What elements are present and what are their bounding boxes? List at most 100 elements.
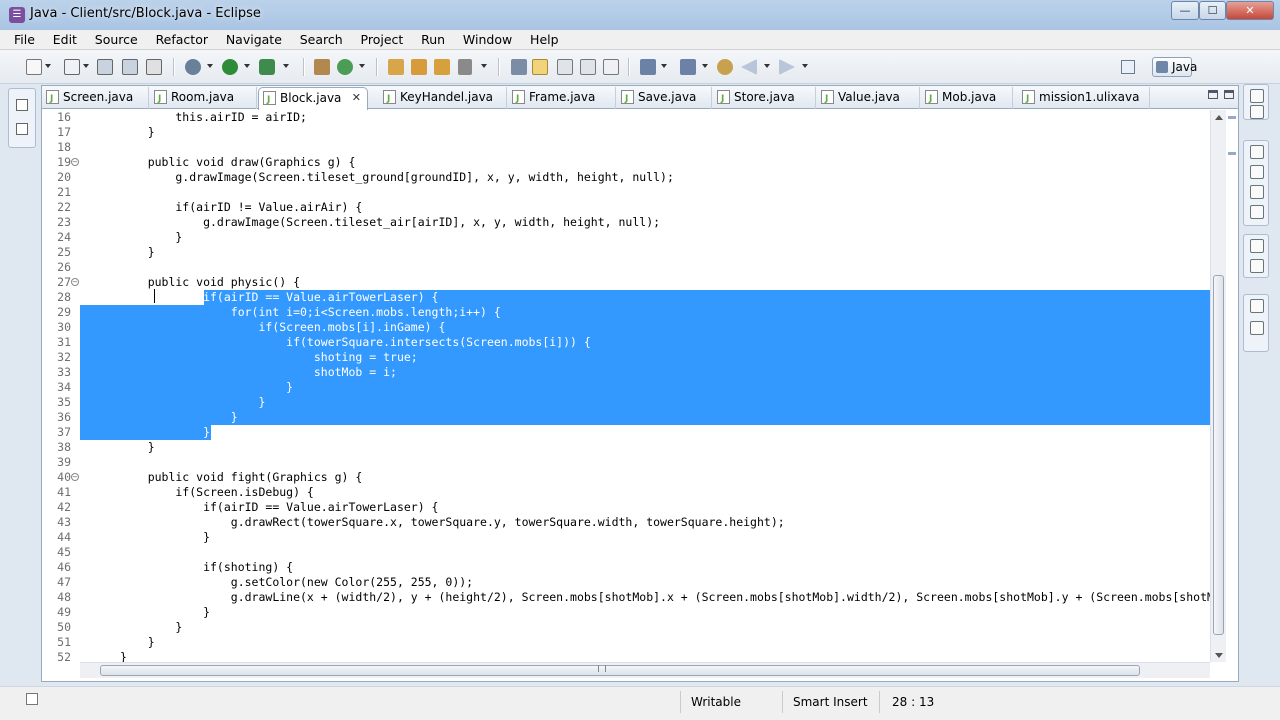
toggle-block-selection-icon[interactable] xyxy=(557,59,573,75)
last-edit-location-icon[interactable] xyxy=(717,59,733,75)
code-line[interactable]: shotMob = i; xyxy=(120,365,397,380)
menu-project[interactable]: Project xyxy=(361,30,404,47)
debug-icon[interactable] xyxy=(185,59,201,75)
code-line[interactable]: this.airID = airID; xyxy=(120,110,307,125)
restore-icon[interactable] xyxy=(1250,145,1264,159)
menu-file[interactable]: File xyxy=(14,30,35,47)
outline-icon[interactable] xyxy=(1250,259,1264,273)
external-tools-dropdown-icon[interactable] xyxy=(283,64,289,68)
open-perspective-icon[interactable] xyxy=(1121,60,1135,74)
back-icon[interactable] xyxy=(741,59,757,75)
code-line[interactable]: if(airID == Value.airTowerLaser) { xyxy=(120,290,438,305)
code-line[interactable]: } xyxy=(120,245,155,260)
tab-screen-java[interactable]: Screen.java xyxy=(42,87,149,109)
previous-annotation-dropdown-icon[interactable] xyxy=(702,64,708,68)
code-line[interactable]: } xyxy=(120,395,265,410)
code-line[interactable]: if(shoting) { xyxy=(120,560,293,575)
new-dropdown-icon[interactable] xyxy=(45,64,51,68)
tab-save-java[interactable]: Save.java xyxy=(617,87,712,109)
code-line[interactable]: shoting = true; xyxy=(120,350,418,365)
search-dropdown-icon[interactable] xyxy=(481,64,487,68)
menu-edit[interactable]: Edit xyxy=(53,30,77,47)
javadoc-icon[interactable] xyxy=(1250,185,1264,199)
code-line[interactable]: public void draw(Graphics g) { xyxy=(120,155,356,170)
new-icon[interactable] xyxy=(26,59,42,75)
vertical-scroll-thumb[interactable] xyxy=(1213,275,1224,635)
code-line[interactable]: } xyxy=(120,425,210,440)
code-line[interactable]: } xyxy=(120,650,127,662)
open-task-icon[interactable] xyxy=(434,59,450,75)
code-line[interactable]: } xyxy=(120,530,210,545)
print-icon[interactable] xyxy=(146,59,162,75)
close-button[interactable]: ✕ xyxy=(1226,1,1274,20)
tab-value-java[interactable]: Value.java xyxy=(817,87,920,109)
java-perspective-button[interactable]: Java xyxy=(1152,57,1197,77)
menu-navigate[interactable]: Navigate xyxy=(226,30,282,47)
tab-mission1-ulixava[interactable]: mission1.ulixava xyxy=(1018,87,1150,109)
code-line[interactable]: } xyxy=(120,230,182,245)
menu-window[interactable]: Window xyxy=(463,30,512,47)
new-java-class-icon[interactable] xyxy=(337,59,353,75)
tab-room-java[interactable]: Room.java xyxy=(150,87,257,109)
code-line[interactable]: } xyxy=(120,605,210,620)
code-line[interactable]: public void fight(Graphics g) { xyxy=(120,470,363,485)
code-area[interactable]: this.airID = airID; } public void draw(G… xyxy=(80,110,1210,662)
new-java-package-icon[interactable] xyxy=(314,59,330,75)
code-line[interactable]: if(Screen.isDebug) { xyxy=(120,485,314,500)
code-line[interactable]: } xyxy=(120,125,155,140)
code-line[interactable]: } xyxy=(120,620,182,635)
next-annotation-icon[interactable] xyxy=(640,59,656,75)
code-line[interactable]: if(airID == Value.airTowerLaser) { xyxy=(120,500,438,515)
toggle-breadcrumb-icon[interactable] xyxy=(511,59,527,75)
mark-occurrences-icon[interactable] xyxy=(532,59,548,75)
previous-annotation-icon[interactable] xyxy=(680,59,696,75)
paragraph-icon[interactable] xyxy=(603,59,619,75)
code-line[interactable]: g.drawLine(x + (width/2), y + (height/2)… xyxy=(120,590,1210,605)
maximize-editor-icon[interactable] xyxy=(1224,90,1234,99)
debug-dropdown-icon[interactable] xyxy=(207,64,213,68)
run-icon[interactable] xyxy=(222,59,238,75)
new-class-dropdown-icon[interactable] xyxy=(359,64,365,68)
code-line[interactable]: if(airID != Value.airAir) { xyxy=(120,200,362,215)
tab-store-java[interactable]: Store.java xyxy=(713,87,816,109)
scroll-up-icon[interactable] xyxy=(1215,115,1223,120)
save-all-icon[interactable] xyxy=(122,59,138,75)
code-line[interactable]: g.drawImage(Screen.tileset_air[airID], x… xyxy=(120,215,660,230)
package-explorer-icon[interactable] xyxy=(16,123,28,135)
code-line[interactable]: public void physic() { xyxy=(120,275,300,290)
forward-dropdown-icon[interactable] xyxy=(802,64,808,68)
restore-icon[interactable] xyxy=(1250,299,1264,313)
menu-search[interactable]: Search xyxy=(300,30,343,47)
back-dropdown-icon[interactable] xyxy=(764,64,770,68)
code-line[interactable]: g.drawRect(towerSquare.x, towerSquare.y,… xyxy=(120,515,785,530)
minimize-button[interactable]: — xyxy=(1171,1,1199,20)
restore-icon[interactable] xyxy=(16,99,28,111)
external-tools-icon[interactable] xyxy=(259,59,275,75)
fast-view-icon[interactable] xyxy=(26,693,38,705)
code-line[interactable]: g.drawImage(Screen.tileset_ground[ground… xyxy=(120,170,674,185)
menu-run[interactable]: Run xyxy=(421,30,445,47)
fold-toggle-icon[interactable]: − xyxy=(71,473,79,481)
fold-toggle-icon[interactable]: − xyxy=(71,278,79,286)
declaration-icon[interactable] xyxy=(1250,205,1264,219)
code-line[interactable]: } xyxy=(120,635,155,650)
scroll-down-icon[interactable] xyxy=(1215,653,1223,658)
code-line[interactable]: if(Screen.mobs[i].inGame) { xyxy=(120,320,445,335)
tab-mob-java[interactable]: Mob.java xyxy=(921,87,1013,109)
search-icon[interactable] xyxy=(458,59,472,75)
console-icon[interactable] xyxy=(1250,321,1264,335)
new-project-icon[interactable] xyxy=(64,59,80,75)
code-line[interactable]: if(towerSquare.intersects(Screen.mobs[i]… xyxy=(120,335,591,350)
menu-help[interactable]: Help xyxy=(530,30,559,47)
next-annotation-dropdown-icon[interactable] xyxy=(661,64,667,68)
code-line[interactable]: g.setColor(new Color(255, 255, 0)); xyxy=(120,575,473,590)
forward-icon[interactable] xyxy=(779,59,795,75)
code-line[interactable]: } xyxy=(120,440,155,455)
menu-source[interactable]: Source xyxy=(95,30,138,47)
task-list-icon[interactable] xyxy=(1250,105,1264,119)
overview-ruler[interactable] xyxy=(1226,110,1238,662)
tab-keyhandel-java[interactable]: KeyHandel.java xyxy=(379,87,507,109)
open-resource-icon[interactable] xyxy=(411,59,427,75)
restore-icon[interactable] xyxy=(1250,89,1264,103)
save-icon[interactable] xyxy=(97,59,113,75)
